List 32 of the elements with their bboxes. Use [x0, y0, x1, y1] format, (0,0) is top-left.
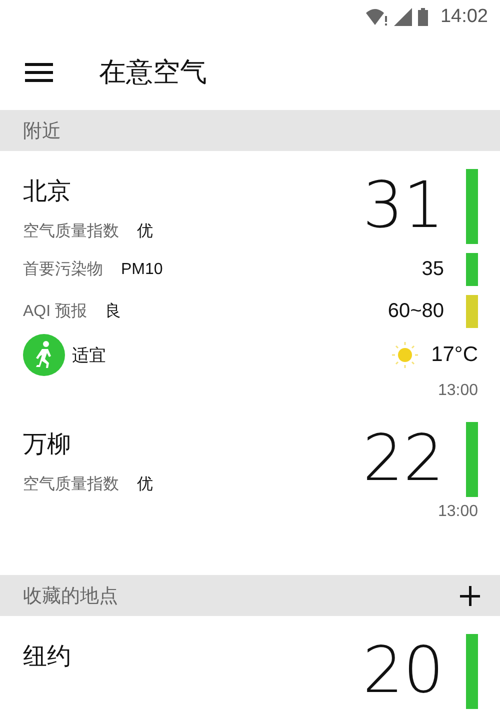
app-title: 在意空气	[99, 56, 207, 89]
measure-label: AQI 预报	[23, 302, 88, 322]
aqi-value: 22	[362, 422, 444, 497]
section-title: 附近	[23, 120, 61, 144]
measure-number: 35	[422, 258, 444, 281]
section-title: 收藏的地点	[23, 584, 118, 608]
index-value: 优	[137, 222, 153, 242]
battery-icon	[418, 8, 428, 26]
status-time: 14:02	[440, 6, 488, 28]
activity-text: 适宜	[72, 344, 106, 366]
sun-icon	[391, 341, 420, 369]
update-time: 13:00	[438, 503, 478, 521]
add-button[interactable]	[458, 584, 482, 608]
aqi-value: 31	[362, 169, 444, 244]
plus-icon	[460, 586, 480, 606]
place-name: 北京	[23, 177, 72, 207]
running-person-icon	[23, 334, 65, 376]
measure-label: 首要污染物	[23, 260, 103, 280]
index-value: 优	[137, 475, 153, 495]
index-label: 空气质量指数	[23, 474, 119, 495]
measure-value: 良	[105, 302, 122, 322]
aqi-value: 20	[362, 634, 444, 709]
update-time: 13:00	[438, 382, 478, 400]
menu-icon	[25, 62, 53, 82]
place-name: 纽约	[23, 642, 72, 672]
temperature: 17°C	[431, 343, 478, 367]
index-label: 空气质量指数	[23, 222, 119, 242]
signal-icon	[394, 8, 412, 26]
wifi-icon	[366, 8, 388, 26]
place-name: 万柳	[23, 430, 72, 460]
measure-value: PM10	[121, 260, 163, 278]
measure-number: 60~80	[388, 300, 444, 323]
